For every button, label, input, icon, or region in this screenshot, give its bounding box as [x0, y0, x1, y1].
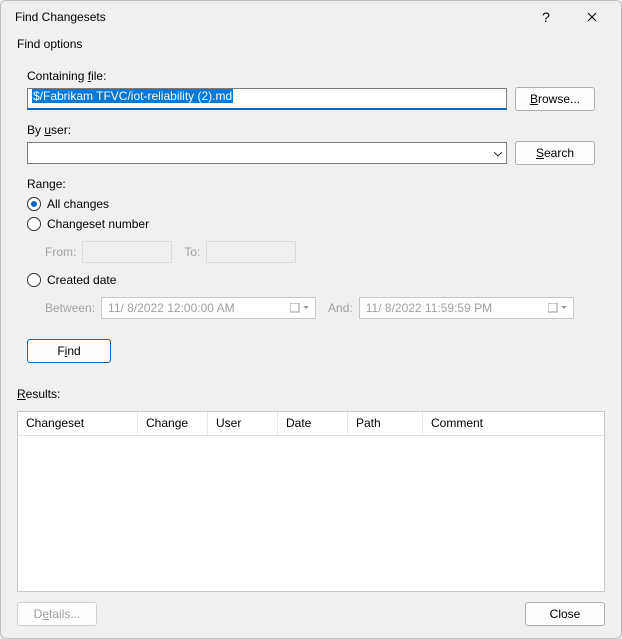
col-change[interactable]: Change	[138, 412, 208, 435]
to-label: To:	[184, 245, 200, 259]
by-user-label: By user:	[27, 123, 595, 137]
containing-file-label: Containing file:	[27, 69, 595, 83]
find-changesets-dialog: Find Changesets ? Find options Containin…	[0, 0, 622, 639]
close-window-button[interactable]	[569, 2, 615, 32]
col-changeset[interactable]: Changeset	[18, 412, 138, 435]
by-user-combobox[interactable]	[27, 142, 507, 164]
chevron-down-icon	[494, 146, 502, 160]
changeset-number-inputs: From: To:	[45, 237, 595, 267]
col-path[interactable]: Path	[348, 412, 423, 435]
find-options-label: Find options	[17, 37, 605, 51]
radio-icon	[27, 273, 41, 287]
find-options-group: Containing file: $/Fabrikam TFVC/iot-rel…	[17, 57, 605, 373]
window-title: Find Changesets	[15, 10, 523, 24]
dialog-content: Find options Containing file: $/Fabrikam…	[1, 33, 621, 638]
radio-all-changes[interactable]: All changes	[27, 197, 595, 211]
title-bar: Find Changesets ?	[1, 1, 621, 33]
browse-button[interactable]: Browse...	[515, 87, 595, 111]
range-label: Range:	[27, 177, 595, 191]
results-label: Results:	[17, 387, 605, 401]
to-input	[206, 241, 296, 263]
radio-icon	[27, 197, 41, 211]
details-button: Details...	[17, 602, 97, 626]
close-icon	[587, 12, 597, 22]
from-input	[82, 241, 172, 263]
calendar-dropdown-icon	[290, 303, 309, 313]
radio-changeset-number[interactable]: Changeset number	[27, 217, 595, 231]
help-button[interactable]: ?	[523, 2, 569, 32]
col-date[interactable]: Date	[278, 412, 348, 435]
between-label: Between:	[45, 301, 95, 315]
results-list[interactable]: Changeset Change User Date Path Comment	[17, 411, 605, 592]
containing-file-input[interactable]: $/Fabrikam TFVC/iot-reliability (2).md	[27, 88, 507, 110]
find-button[interactable]: Find	[27, 339, 111, 363]
date-to-input: 11/ 8/2022 11:59:59 PM	[359, 297, 574, 319]
search-button[interactable]: Search	[515, 141, 595, 165]
from-label: From:	[45, 245, 76, 259]
radio-icon	[27, 217, 41, 231]
col-user[interactable]: User	[208, 412, 278, 435]
help-icon: ?	[542, 9, 550, 25]
radio-created-date[interactable]: Created date	[27, 273, 595, 287]
col-comment[interactable]: Comment	[423, 412, 604, 435]
calendar-dropdown-icon	[548, 303, 567, 313]
created-date-inputs: Between: 11/ 8/2022 12:00:00 AM And: 11/…	[45, 293, 595, 323]
close-button[interactable]: Close	[525, 602, 605, 626]
results-header: Changeset Change User Date Path Comment	[18, 412, 604, 436]
and-label: And:	[328, 301, 353, 315]
dialog-footer: Details... Close	[17, 592, 605, 626]
date-from-input: 11/ 8/2022 12:00:00 AM	[101, 297, 316, 319]
